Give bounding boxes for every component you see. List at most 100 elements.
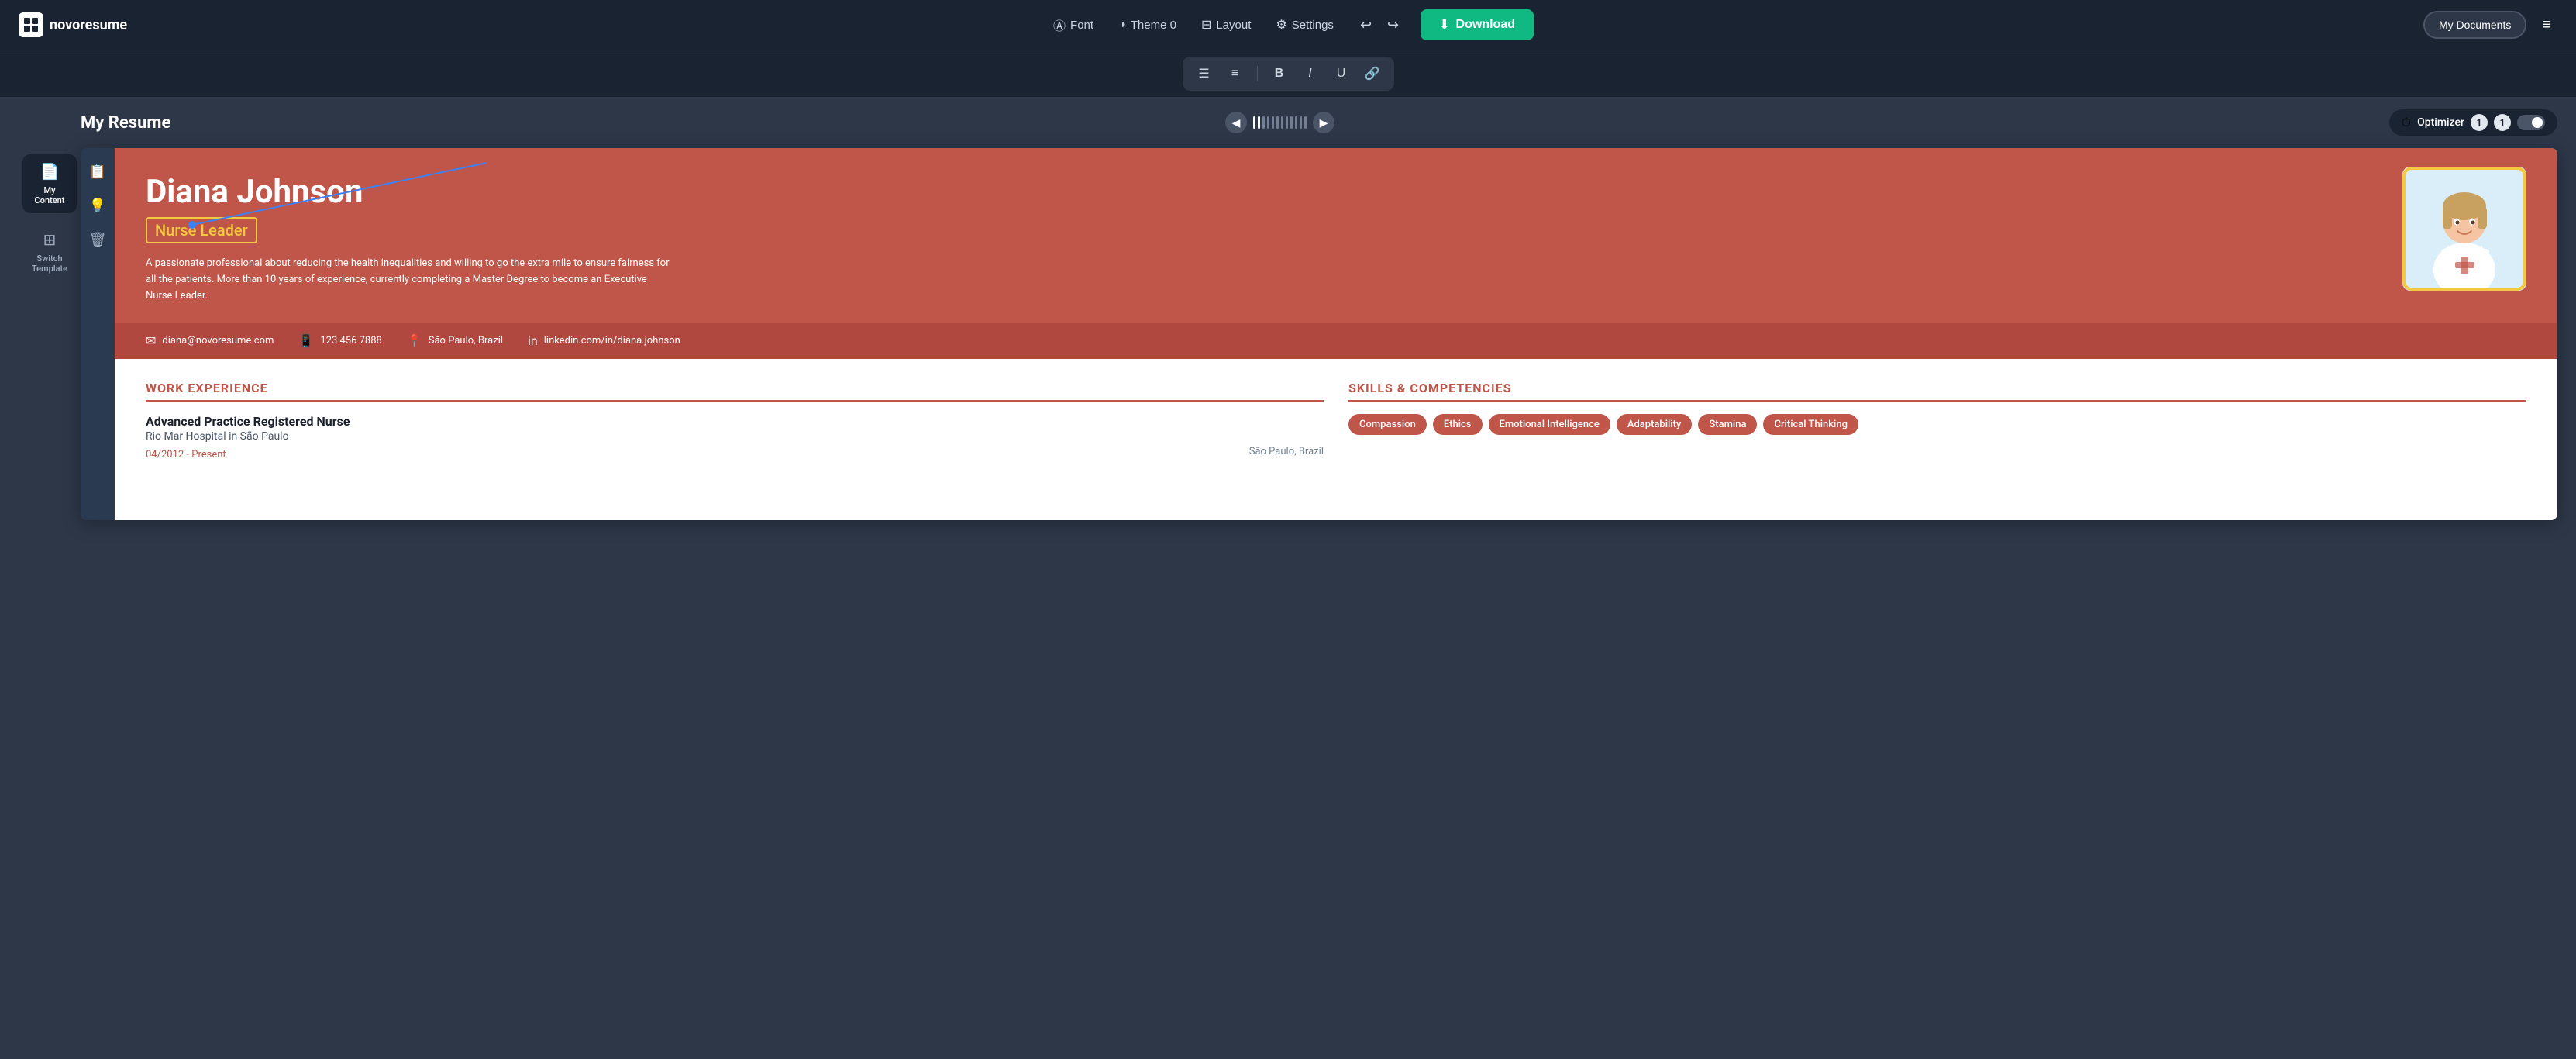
format-bar: ☰ ≡ B I U 🔗 — [0, 50, 2576, 97]
zoom-tick — [1262, 116, 1265, 129]
work-experience-section: WORK EXPERIENCE Advanced Practice Regist… — [146, 381, 1324, 461]
trash-icon: 🗑 — [89, 232, 107, 248]
nav-right: My Documents ≡ — [2423, 11, 2557, 39]
download-label: Download — [1456, 18, 1515, 32]
menu-button[interactable]: ≡ — [2536, 13, 2557, 37]
settings-button[interactable]: ⚙ Settings — [1265, 11, 1345, 39]
job-title[interactable]: Advanced Practice Registered Nurse — [146, 414, 1324, 429]
sidebar-item-label: My Content — [29, 185, 71, 205]
delete-button[interactable]: 🗑 — [84, 226, 112, 254]
theme-icon: ◑ — [1118, 18, 1126, 32]
contact-email: ✉ diana@novoresume.com — [146, 333, 274, 348]
job-company[interactable]: Rio Mar Hospital in São Paulo — [146, 430, 1324, 443]
skills-title: SKILLS & COMPETENCIES — [1348, 381, 2526, 402]
zoom-tick — [1258, 116, 1260, 129]
zoom-tick — [1286, 116, 1288, 129]
underline-button[interactable]: U — [1329, 61, 1354, 86]
resume-title-wrapper: Nurse Leader — [146, 217, 257, 243]
zoom-tick — [1290, 116, 1293, 129]
switch-template-icon: ⊞ — [43, 230, 57, 249]
sidebar-item-my-content[interactable]: 📄 My Content — [22, 154, 77, 213]
redo-button[interactable]: ↪ — [1381, 11, 1405, 40]
zoom-out-button[interactable]: ◀ — [1225, 112, 1247, 133]
email-icon: ✉ — [146, 333, 156, 348]
hamburger-icon: ≡ — [2542, 16, 2551, 33]
underline-icon: U — [1337, 67, 1346, 81]
resume-name[interactable]: Diana Johnson — [146, 173, 2402, 211]
zoom-tick — [1281, 116, 1283, 129]
contact-linkedin: in linkedin.com/in/diana.johnson — [528, 333, 680, 348]
theme-label: Theme 0 — [1131, 19, 1176, 32]
skill-ethics: Ethics — [1433, 414, 1483, 435]
my-docs-label: My Documents — [2439, 19, 2511, 31]
link-icon: 🔗 — [1365, 66, 1380, 81]
template-tool-icon: 📋 — [89, 164, 106, 180]
page-title: My Resume — [81, 113, 170, 133]
skill-stamina: Stamina — [1698, 414, 1757, 435]
contact-phone: 📱 123 456 7888 — [298, 333, 381, 348]
optimizer-toggle[interactable] — [2517, 115, 2545, 130]
phone-icon: 📱 — [298, 333, 314, 348]
document-area: My Resume ◀ ▶ ⏱ Optimizer 1 — [0, 97, 2576, 533]
template-tool-button[interactable]: 📋 — [84, 157, 112, 185]
resume-title[interactable]: Nurse Leader — [146, 217, 257, 243]
undo-redo-group: ↩ ↪ — [1354, 11, 1405, 40]
nav-center-tools: Ⓐ Font ◑ Theme 0 ⊟ Layout ⚙ Settings ↩ ↪… — [1042, 9, 1534, 40]
resume-photo-border — [2402, 167, 2526, 291]
settings-label: Settings — [1292, 19, 1334, 32]
resume-contact-bar: ✉ diana@novoresume.com 📱 123 456 7888 📍 … — [115, 323, 2557, 359]
lightbulb-button[interactable]: 💡 — [84, 191, 112, 219]
layout-label: Layout — [1216, 19, 1251, 32]
logo-area: novoresume — [19, 12, 127, 37]
resume-photo-wrapper — [2402, 167, 2526, 291]
layout-button[interactable]: ⊟ Layout — [1190, 11, 1262, 39]
contact-location: 📍 São Paulo, Brazil — [407, 333, 503, 348]
bold-icon: B — [1275, 67, 1284, 81]
optimizer-icon: ⏱ — [2402, 115, 2411, 130]
contact-phone-text: 123 456 7888 — [320, 335, 382, 347]
settings-icon: ⚙ — [1276, 17, 1286, 33]
resume-summary[interactable]: A passionate professional about reducing… — [146, 256, 673, 323]
undo-button[interactable]: ↩ — [1354, 11, 1378, 40]
optimizer-badge-1: 1 — [2471, 114, 2488, 131]
zoom-tick — [1272, 116, 1274, 129]
resume-header: Diana Johnson Nurse Leader A passionate … — [115, 148, 2557, 323]
format-bar-inner: ☰ ≡ B I U 🔗 — [1183, 57, 1394, 91]
zoom-tick — [1267, 116, 1269, 129]
download-button[interactable]: ⬇ Download — [1421, 9, 1534, 40]
zoom-tick — [1295, 116, 1297, 129]
zoom-tick — [1276, 116, 1279, 129]
optimizer-label: Optimizer — [2417, 116, 2464, 129]
align-center-icon: ≡ — [1231, 67, 1238, 81]
contact-email-text: diana@novoresume.com — [162, 335, 274, 347]
zoom-slider[interactable] — [1253, 116, 1307, 129]
lightbulb-icon: 💡 — [89, 198, 106, 214]
align-center-button[interactable]: ≡ — [1223, 61, 1248, 86]
contact-linkedin-text: linkedin.com/in/diana.johnson — [544, 335, 680, 347]
sidebar-item-label: Switch Template — [29, 254, 71, 274]
theme-button[interactable]: ◑ Theme 0 — [1107, 12, 1187, 38]
sidebar-item-switch-template[interactable]: ⊞ Switch Template — [22, 222, 77, 281]
font-label: Font — [1070, 19, 1093, 32]
resume-header-left: Diana Johnson Nurse Leader A passionate … — [146, 173, 2402, 323]
skill-compassion: Compassion — [1348, 414, 1427, 435]
align-left-button[interactable]: ☰ — [1192, 61, 1217, 86]
zoom-in-button[interactable]: ▶ — [1313, 112, 1334, 133]
job-location: São Paulo, Brazil — [1249, 446, 1324, 461]
zoom-controls: ◀ ▶ — [1225, 112, 1334, 133]
layout-icon: ⊟ — [1201, 17, 1211, 33]
toggle-knob — [2532, 117, 2543, 128]
top-navigation: novoresume Ⓐ Font ◑ Theme 0 ⊟ Layout ⚙ S… — [0, 0, 2576, 50]
skill-adaptability: Adaptability — [1617, 414, 1693, 435]
my-documents-button[interactable]: My Documents — [2423, 11, 2526, 39]
format-divider-1 — [1257, 66, 1258, 81]
location-icon: 📍 — [407, 333, 422, 348]
work-experience-title: WORK EXPERIENCE — [146, 381, 1324, 402]
link-button[interactable]: 🔗 — [1360, 61, 1385, 86]
font-button[interactable]: Ⓐ Font — [1042, 9, 1104, 40]
bold-button[interactable]: B — [1267, 61, 1292, 86]
resume-preview: Diana Johnson Nurse Leader A passionate … — [115, 148, 2557, 520]
document-header-bar: My Resume ◀ ▶ ⏱ Optimizer 1 — [19, 109, 2557, 136]
skill-critical-thinking: Critical Thinking — [1763, 414, 1858, 435]
italic-button[interactable]: I — [1298, 61, 1323, 86]
